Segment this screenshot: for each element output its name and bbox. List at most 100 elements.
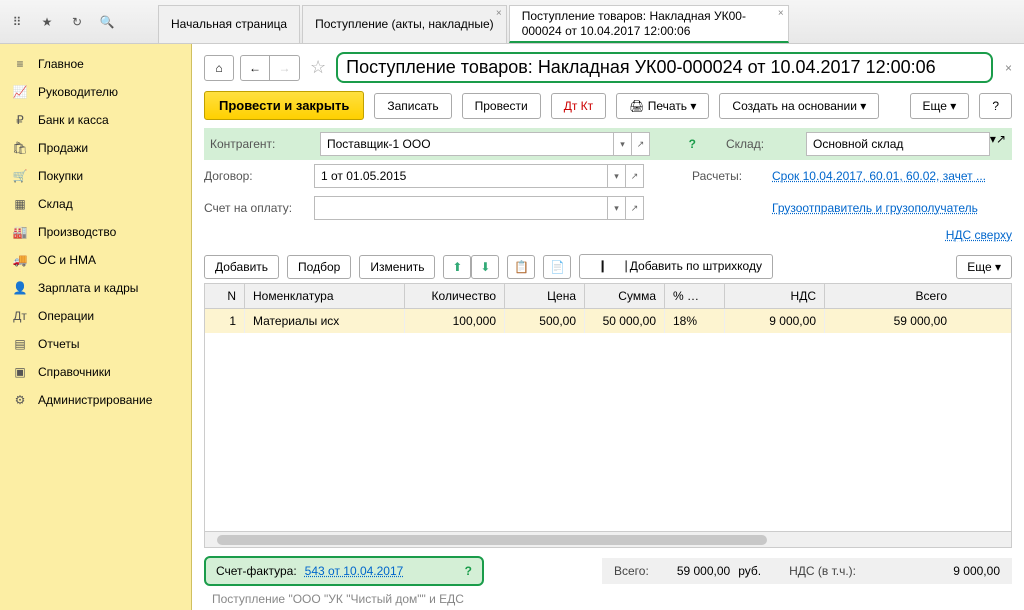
nds-label: НДС (в т.ч.): <box>789 564 856 578</box>
create-on-basis-button[interactable]: Создать на основании ▾ <box>719 93 879 119</box>
open-icon[interactable]: ↗ <box>626 164 644 188</box>
cell-nds: 9 000,00 <box>725 309 825 333</box>
transactions-button[interactable]: Дт Кт <box>551 93 606 119</box>
move-up-button[interactable]: ⬆ <box>443 255 471 279</box>
hint-icon[interactable]: ? <box>465 564 472 578</box>
contract-label: Договор: <box>204 169 314 183</box>
close-icon[interactable]: × <box>778 8 784 19</box>
sidebar-item-operations[interactable]: ДтОперации <box>0 302 191 330</box>
search-icon[interactable]: 🔍 <box>98 13 116 31</box>
dropdown-icon[interactable]: ▾ <box>608 196 626 220</box>
cell-pct: 18% <box>665 309 725 333</box>
star-icon[interactable]: ★ <box>38 13 56 31</box>
factory-icon: 🏭 <box>12 224 28 240</box>
tab-receipts[interactable]: Поступление (акты, накладные)× <box>302 5 507 43</box>
report-icon: ▤ <box>12 336 28 352</box>
bottom-info: Поступление "ООО "УК "Чистый дом"" и ЕДС <box>192 588 1024 610</box>
sidebar-item-label: Справочники <box>38 365 111 379</box>
sidebar-item-sales[interactable]: 🛍 Продажи <box>0 134 191 162</box>
tab-start[interactable]: Начальная страница <box>158 5 300 43</box>
hint-icon[interactable]: ? <box>689 137 696 151</box>
cell-nom: Материалы исх <box>245 309 405 333</box>
nds-link[interactable]: НДС сверху <box>946 228 1012 242</box>
sidebar-item-purchases[interactable]: 🛒Покупки <box>0 162 191 190</box>
sidebar-item-admin[interactable]: ⚙ Администрирование <box>0 386 191 414</box>
col-nomenclature[interactable]: Номенклатура <box>245 284 405 308</box>
cell-price: 500,00 <box>505 309 585 333</box>
barcode-button[interactable]: ⎹⎸⎹ Добавить по штрихкоду <box>579 254 773 279</box>
sidebar-item-label: Продажи <box>38 141 88 155</box>
calc-link[interactable]: Срок 10.04.2017, 60.01, 60.02, зачет ... <box>772 169 986 183</box>
sidebar-item-assets[interactable]: 🚚 ОС и НМА <box>0 246 191 274</box>
sidebar-item-label: ОС и НМА <box>38 253 96 267</box>
sidebar-item-reference[interactable]: ▣ Справочники <box>0 358 191 386</box>
tabs: Начальная страница Поступление (акты, на… <box>158 0 1024 43</box>
more-button[interactable]: Еще ▾ <box>910 93 970 119</box>
post-button[interactable]: Провести <box>462 93 541 119</box>
sidebar-item-manager[interactable]: 📈Руководителю <box>0 78 191 106</box>
forward-button[interactable]: → <box>270 55 300 81</box>
titlebar: ⠿ ★ ↻ 🔍 Начальная страница Поступление (… <box>0 0 1024 44</box>
sidebar-item-salary[interactable]: 👤Зарплата и кадры <box>0 274 191 302</box>
paste-button[interactable]: 📄 <box>543 255 571 279</box>
menu-icon: ≡ <box>12 56 28 72</box>
table-row[interactable]: 1 Материалы исх 100,000 500,00 50 000,00… <box>205 309 1011 333</box>
sidebar-item-warehouse[interactable]: ▦Склад <box>0 190 191 218</box>
copy-button[interactable]: 📋 <box>507 255 535 279</box>
col-sum[interactable]: Сумма <box>585 284 665 308</box>
sidebar-item-label: Банк и касса <box>38 113 109 127</box>
back-button[interactable]: ← <box>240 55 270 81</box>
sidebar-item-label: Администрирование <box>38 393 152 407</box>
post-and-close-button[interactable]: Провести и закрыть <box>204 91 364 120</box>
gear-icon: ⚙ <box>12 392 28 408</box>
help-button[interactable]: ? <box>979 93 1012 119</box>
cell-qty: 100,000 <box>405 309 505 333</box>
total-value: 59 000,00 <box>677 564 730 578</box>
cell-sum: 50 000,00 <box>585 309 665 333</box>
favorite-icon[interactable]: ☆ <box>310 57 326 78</box>
save-button[interactable]: Записать <box>374 93 451 119</box>
col-total[interactable]: Всего <box>825 284 955 308</box>
edit-button[interactable]: Изменить <box>359 255 435 279</box>
close-icon[interactable]: × <box>1005 61 1012 75</box>
home-button[interactable]: ⌂ <box>204 55 234 81</box>
dtk-icon: Дт <box>12 308 28 324</box>
warehouse-field[interactable] <box>806 132 990 156</box>
contractor-field[interactable] <box>320 132 614 156</box>
history-icon[interactable]: ↻ <box>68 13 86 31</box>
sf-link[interactable]: 543 от 10.04.2017 <box>305 564 404 578</box>
pick-button[interactable]: Подбор <box>287 255 351 279</box>
sidebar-item-reports[interactable]: ▤Отчеты <box>0 330 191 358</box>
add-button[interactable]: Добавить <box>204 255 279 279</box>
close-icon[interactable]: × <box>496 8 502 19</box>
col-n[interactable]: N <box>205 284 245 308</box>
bag-icon: 🛍 <box>12 140 28 156</box>
page-title: Поступление товаров: Накладная УК00-0000… <box>336 52 993 83</box>
apps-icon[interactable]: ⠿ <box>8 13 26 31</box>
print-button[interactable]: 🖨 Печать ▾ <box>616 93 709 119</box>
book-icon: ▣ <box>12 364 28 380</box>
sidebar-item-label: Главное <box>38 57 84 71</box>
horizontal-scrollbar[interactable] <box>205 531 1011 547</box>
col-price[interactable]: Цена <box>505 284 585 308</box>
consignor-link[interactable]: Грузоотправитель и грузополучатель <box>772 201 978 215</box>
col-nds[interactable]: НДС <box>725 284 825 308</box>
table-more-button[interactable]: Еще ▾ <box>956 255 1012 279</box>
tab-current[interactable]: Поступление товаров: Накладная УК00-0000… <box>509 5 789 43</box>
truck-icon: 🚚 <box>12 252 28 268</box>
open-icon[interactable]: ↗ <box>996 132 1006 156</box>
sidebar-item-bank[interactable]: ₽Банк и касса <box>0 106 191 134</box>
sidebar: ≡ Главное 📈Руководителю ₽Банк и касса 🛍 Пр… <box>0 44 192 610</box>
col-qty[interactable]: Количество <box>405 284 505 308</box>
col-pct[interactable]: % … <box>665 284 725 308</box>
dropdown-icon[interactable]: ▾ <box>614 132 632 156</box>
sidebar-item-production[interactable]: 🏭Производство <box>0 218 191 246</box>
move-down-button[interactable]: ⬇ <box>471 255 499 279</box>
invoice-field[interactable] <box>314 196 608 220</box>
sidebar-item-main[interactable]: ≡ Главное <box>0 50 191 78</box>
open-icon[interactable]: ↗ <box>632 132 650 156</box>
totals-bar: Всего: 59 000,00 руб. НДС (в т.ч.): 9 00… <box>602 558 1012 584</box>
dropdown-icon[interactable]: ▾ <box>608 164 626 188</box>
contract-field[interactable] <box>314 164 608 188</box>
open-icon[interactable]: ↗ <box>626 196 644 220</box>
